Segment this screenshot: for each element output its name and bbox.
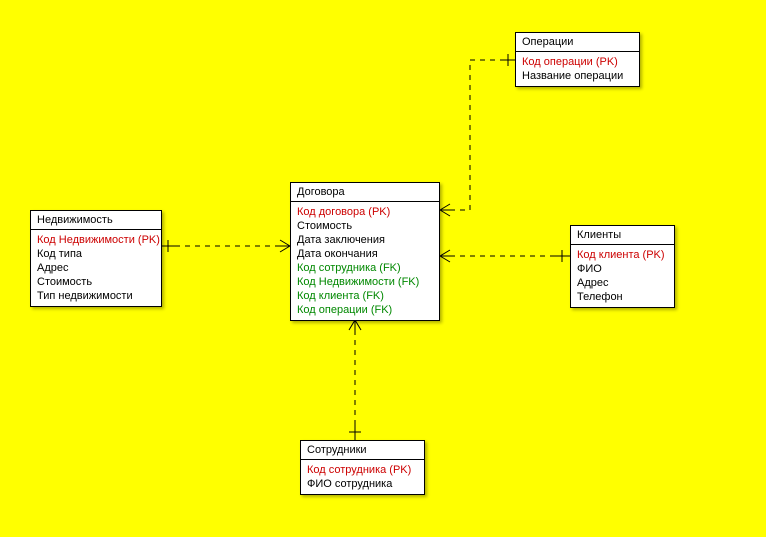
entity-fields: Код договора (PK) Стоимость Дата заключе… [291, 202, 439, 320]
field: Адрес [577, 276, 668, 290]
field: Дата окончания [297, 247, 433, 261]
field-pk: Код Недвижимости (PK) [37, 233, 155, 247]
entity-sotrudniki: Сотрудники Код сотрудника (PK) ФИО сотру… [300, 440, 425, 495]
entity-operacii: Операции Код операции (PK) Название опер… [515, 32, 640, 87]
entity-fields: Код операции (PK) Название операции [516, 52, 639, 86]
entity-dogovora: Договора Код договора (PK) Стоимость Дат… [290, 182, 440, 321]
field-pk: Код сотрудника (PK) [307, 463, 418, 477]
entity-title: Недвижимость [31, 211, 161, 230]
field: ФИО сотрудника [307, 477, 418, 491]
entity-title: Договора [291, 183, 439, 202]
field-pk: Код клиента (PK) [577, 248, 668, 262]
field: Адрес [37, 261, 155, 275]
field: Дата заключения [297, 233, 433, 247]
field: Стоимость [297, 219, 433, 233]
entity-title: Клиенты [571, 226, 674, 245]
field-fk: Код сотрудника (FK) [297, 261, 433, 275]
entity-title: Операции [516, 33, 639, 52]
entity-fields: Код клиента (PK) ФИО Адрес Телефон [571, 245, 674, 307]
field-fk: Код клиента (FK) [297, 289, 433, 303]
field-fk: Код Недвижимости (FK) [297, 275, 433, 289]
entity-klienty: Клиенты Код клиента (PK) ФИО Адрес Телеф… [570, 225, 675, 308]
field: Стоимость [37, 275, 155, 289]
field-pk: Код договора (PK) [297, 205, 433, 219]
field-pk: Код операции (PK) [522, 55, 633, 69]
entity-fields: Код сотрудника (PK) ФИО сотрудника [301, 460, 424, 494]
field: Код типа [37, 247, 155, 261]
field-fk: Код операции (FK) [297, 303, 433, 317]
field: Телефон [577, 290, 668, 304]
field: Тип недвижимости [37, 289, 155, 303]
entity-nedvizhimost: Недвижимость Код Недвижимости (PK) Код т… [30, 210, 162, 307]
field: Название операции [522, 69, 633, 83]
entity-fields: Код Недвижимости (PK) Код типа Адрес Сто… [31, 230, 161, 306]
entity-title: Сотрудники [301, 441, 424, 460]
field: ФИО [577, 262, 668, 276]
